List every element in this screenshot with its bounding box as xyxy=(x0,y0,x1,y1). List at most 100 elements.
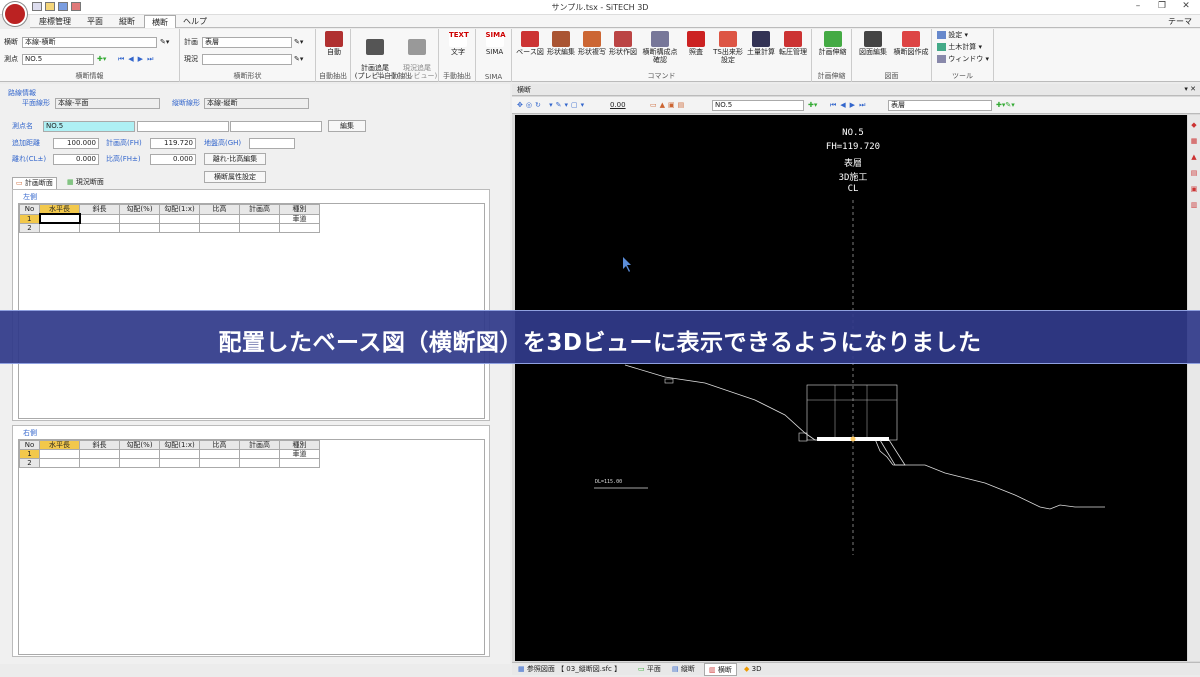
cell[interactable] xyxy=(159,222,200,233)
theme-menu[interactable]: テーマ xyxy=(1168,15,1192,28)
pencil-icon[interactable]: ✎▾ xyxy=(294,37,303,48)
tab-plan-section[interactable]: ▭ 計画断面 xyxy=(12,177,57,189)
gh-field[interactable] xyxy=(249,138,295,149)
view-tools-icon[interactable]: ✥◎↻ ▾✎▾▢▾ xyxy=(517,100,587,111)
zoom-readout[interactable]: 0.00 xyxy=(610,100,626,111)
cell[interactable]: 2 xyxy=(19,458,40,468)
table-row[interactable]: 2 xyxy=(19,222,320,233)
point-field-2[interactable] xyxy=(137,121,229,132)
shape-draw-button[interactable]: 形状作図 xyxy=(608,31,638,56)
restore-button[interactable]: ❐ xyxy=(1152,1,1172,14)
settings-item[interactable]: 設定 ▾ xyxy=(937,30,968,41)
undo-icon[interactable] xyxy=(71,2,81,11)
add-station-icon[interactable]: ✚▾ xyxy=(97,54,106,65)
cell[interactable]: 車道 xyxy=(279,213,320,224)
tab-vertical[interactable]: ▤ 縦断 xyxy=(668,663,699,676)
cell[interactable] xyxy=(119,449,160,459)
cell[interactable] xyxy=(39,449,80,459)
col-header[interactable]: No xyxy=(19,440,40,450)
menu-plane[interactable]: 平面 xyxy=(80,15,110,28)
cell[interactable] xyxy=(79,222,120,233)
edit-button[interactable]: 編集 xyxy=(328,120,366,132)
sima-button[interactable]: SIMA SIMA xyxy=(479,31,510,56)
table-row[interactable]: 2 xyxy=(19,458,320,468)
pencil-icon[interactable]: ✎▾ xyxy=(160,37,169,48)
text-button[interactable]: TEXT 文字 xyxy=(442,31,474,56)
app-menu-button[interactable] xyxy=(3,2,27,26)
tab-plane[interactable]: ▭ 平面 xyxy=(634,663,665,676)
cross-drawing-create-button[interactable]: 横断図作成 xyxy=(892,31,930,56)
cell[interactable] xyxy=(239,449,280,459)
cell[interactable] xyxy=(79,458,120,468)
base-drawing-button[interactable]: ベース図 xyxy=(515,31,545,56)
tab-cross[interactable]: ▥ 横断 xyxy=(704,663,737,676)
col-header[interactable]: 比高 xyxy=(199,440,240,450)
cell[interactable] xyxy=(119,213,160,224)
station-select[interactable]: NO.5 xyxy=(22,54,94,65)
cell[interactable] xyxy=(159,213,200,224)
tab-reference[interactable]: ▦ 参照図面 【 03_縦断図.sfc 】 xyxy=(514,663,625,676)
add-icon[interactable]: ✚▾ xyxy=(808,100,817,111)
col-header[interactable]: 水平長 xyxy=(39,440,80,450)
col-header[interactable]: 斜長 xyxy=(79,204,120,215)
plan-select[interactable]: 表層 xyxy=(202,37,292,48)
cell[interactable] xyxy=(199,449,240,459)
col-header[interactable]: No xyxy=(19,204,40,215)
table-row[interactable]: 1 車道 xyxy=(19,213,320,224)
cell[interactable] xyxy=(159,449,200,459)
offset-height-edit-button[interactable]: 離れ-比高編集 xyxy=(204,153,266,165)
window-item[interactable]: ウィンドウ ▾ xyxy=(937,54,989,65)
layer-dropdown[interactable]: 表層 xyxy=(888,100,992,111)
cell[interactable] xyxy=(239,213,280,224)
nav-arrows-icon[interactable]: ⏮◀▶⏭ xyxy=(118,54,157,65)
ts-setting-button[interactable]: TS出来形 設定 xyxy=(711,31,745,64)
col-header[interactable]: 水平長 xyxy=(39,204,80,215)
table-row[interactable]: 1 車道 xyxy=(19,449,320,459)
pencil-icon[interactable]: ✎▾ xyxy=(294,54,303,65)
cell[interactable] xyxy=(119,222,160,233)
cell[interactable] xyxy=(79,449,120,459)
save-icon[interactable] xyxy=(58,2,68,11)
civil-calc-item[interactable]: 土木計算 ▾ xyxy=(937,42,982,53)
menu-cross-section[interactable]: 横断 xyxy=(144,15,176,28)
cell[interactable] xyxy=(38,213,81,224)
drawing-edit-button[interactable]: 図面編集 xyxy=(855,31,891,56)
ratio-field[interactable]: 0.000 xyxy=(150,154,196,165)
col-header[interactable]: 種別 xyxy=(279,204,320,215)
point-name-field[interactable]: NO.5 xyxy=(43,121,135,132)
cl-field[interactable]: 0.000 xyxy=(53,154,99,165)
cell[interactable] xyxy=(39,458,80,468)
cell[interactable] xyxy=(279,458,320,468)
menu-coordinate[interactable]: 座標管理 xyxy=(32,15,78,28)
nav-arrows-icon[interactable]: ⏮◀▶⏭ xyxy=(830,100,869,111)
cell[interactable]: 1 xyxy=(19,449,40,459)
col-header[interactable]: 計画高 xyxy=(239,440,280,450)
cross-attr-button[interactable]: 横断属性設定 xyxy=(204,171,266,183)
add-layer-icon[interactable]: ✚▾✎▾ xyxy=(996,100,1015,111)
cell[interactable] xyxy=(39,222,80,233)
col-header[interactable]: 比高 xyxy=(199,204,240,215)
col-header[interactable]: 勾配(%) xyxy=(119,440,160,450)
cell[interactable] xyxy=(239,458,280,468)
minimize-button[interactable]: – xyxy=(1128,1,1148,14)
plan-stretch-button[interactable]: 計画伸縮 xyxy=(815,31,850,56)
col-header[interactable]: 勾配(%) xyxy=(119,204,160,215)
station-dropdown[interactable]: NO.5 xyxy=(712,100,804,111)
tab-current-section[interactable]: ▦ 現況断面 xyxy=(64,177,107,188)
tab-3d[interactable]: ◆ 3D xyxy=(740,663,765,676)
panel-pin-icon[interactable]: ▾ ✕ xyxy=(1184,85,1196,93)
shape-edit-button[interactable]: 形状編集 xyxy=(546,31,576,56)
check-button[interactable]: 照査 xyxy=(682,31,710,56)
new-file-icon[interactable] xyxy=(32,2,42,11)
col-header[interactable]: 計画高 xyxy=(239,204,280,215)
compaction-button[interactable]: 転圧管理 xyxy=(777,31,809,56)
cell[interactable]: 2 xyxy=(19,222,40,233)
cell[interactable] xyxy=(79,213,120,224)
col-header[interactable]: 勾配(1:x) xyxy=(159,204,200,215)
fh-field[interactable]: 119.720 xyxy=(150,138,196,149)
point-field-3[interactable] xyxy=(230,121,322,132)
layer-tools-icon[interactable]: ▭▲▣▤ xyxy=(650,100,687,111)
shape-copy-button[interactable]: 形状複写 xyxy=(577,31,607,56)
current-select[interactable] xyxy=(202,54,292,65)
side-tools-icon[interactable]: ◆ ▦ ▲ ▤ ▣ ▥ xyxy=(1189,117,1199,213)
